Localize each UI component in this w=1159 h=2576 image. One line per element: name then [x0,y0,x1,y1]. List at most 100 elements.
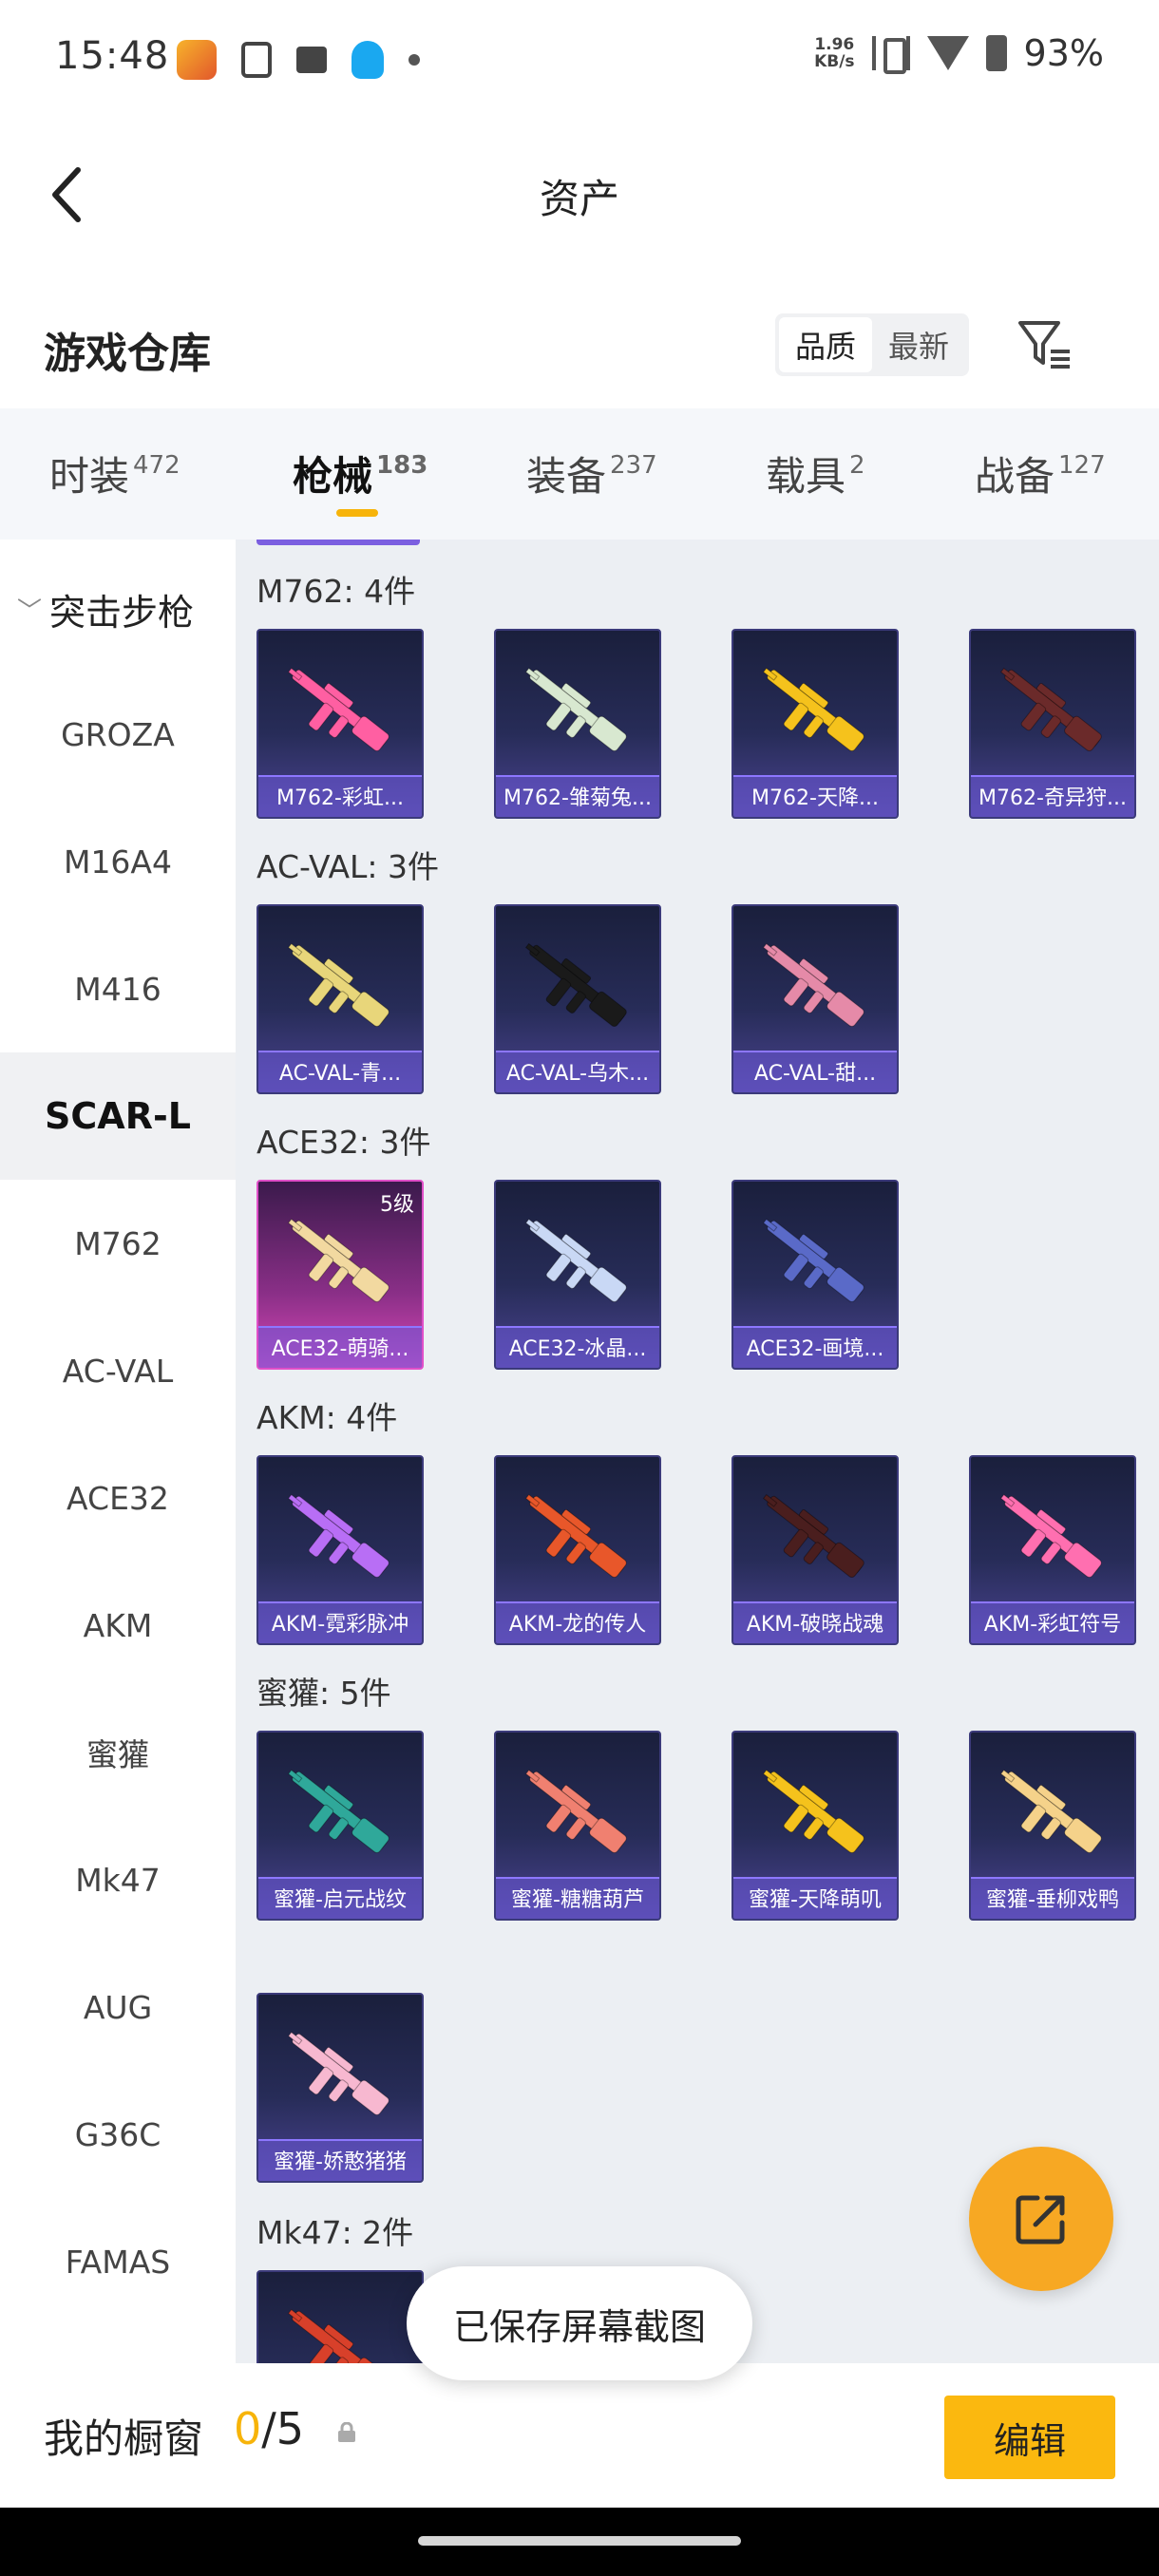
skin-name: ACE32-画境... [746,1337,884,1361]
weapon-type-sidebar: ﹀ 突击步枪 GROZA M16A4 M416 SCAR-L M762 AC-V… [0,540,236,2363]
tab-count: 127 [1058,451,1106,480]
group-label-mk47: Mk47: 2件 [256,2214,414,2251]
skin-card[interactable]: ACE32-画境... [732,1180,899,1370]
group-label-honey-badger: 蜜獾: 5件 [256,1675,391,1712]
skin-card[interactable]: AKM-彩虹符号 [969,1455,1136,1645]
status-time: 15:48 [55,34,170,78]
phone-clone-icon [241,42,272,78]
weapon-skin-list: M762: 4件 M762-彩虹... M762-雏菊兔... M762-天降.… [236,540,1159,2363]
skin-name: 蜜獾-糖糖葫芦 [511,1888,644,1912]
group-label-ac-val: AC-VAL: 3件 [256,848,440,885]
skin-card[interactable]: AC-VAL-青... [256,904,424,1094]
skin-card[interactable]: 蜜獾-启元战纹 [256,1731,424,1921]
tab-label: 战备 [975,453,1055,500]
skin-name: AC-VAL-甜... [753,1062,877,1086]
skin-card[interactable]: M762-天降... [732,629,899,819]
skin-card[interactable]: AKM-霓彩脉冲 [256,1455,424,1645]
sort-quality[interactable]: 品质 [779,317,872,372]
skin-card[interactable]: AC-VAL-乌木... [494,904,661,1094]
system-nav-bar [0,2508,1159,2576]
skin-card[interactable] [256,2270,424,2363]
tab-vehicles[interactable]: 载具 2 [766,445,865,502]
tab-label: 载具 [766,453,846,500]
filter-icon [1018,321,1070,369]
wifi-icon [926,36,969,70]
tab-fashion[interactable]: 时装 472 [49,445,180,502]
skin-name: AC-VAL-乌木... [505,1062,650,1086]
rifle-icon [287,667,390,752]
rifle-icon [524,942,627,1028]
showcase-label: 我的橱窗 [44,2415,204,2462]
skin-card[interactable]: AKM-破晓战魂 [732,1455,899,1645]
rifle-icon [287,1218,390,1303]
skin-card[interactable]: 蜜獾-娇憨猪猪 [256,1993,424,2183]
sidebar-item-ac-val[interactable]: AC-VAL [0,1307,236,1434]
rifle-icon [762,1769,864,1854]
tab-equipment[interactable]: 装备 237 [526,445,657,502]
skin-card[interactable]: 蜜獾-糖糖葫芦 [494,1731,661,1921]
sidebar-group-label: 突击步枪 [49,592,195,634]
rifle-icon [287,1493,390,1579]
net-speed-unit: KB/s [814,52,855,71]
skin-card[interactable]: 蜜獾-垂柳戏鸭 [969,1731,1136,1921]
chevron-down-icon: ﹀ [17,597,43,626]
tab-supplies[interactable]: 战备 127 [975,445,1106,502]
tab-label: 枪械 [293,453,373,500]
skin-card[interactable]: ACE32-冰晶... [494,1180,661,1370]
skin-card[interactable]: AC-VAL-甜... [732,904,899,1094]
sidebar-item-g36c[interactable]: G36C [0,2071,236,2198]
sidebar-item-ace32[interactable]: ACE32 [0,1434,236,1562]
sidebar-item-famas[interactable]: FAMAS [0,2198,236,2325]
skin-name: 蜜獾-垂柳戏鸭 [986,1888,1119,1912]
skin-name: 蜜獾-启元战纹 [274,1888,407,1912]
battery-icon [985,35,1007,71]
skin-card[interactable]: M762-彩虹... [256,629,424,819]
sidebar-item-m762[interactable]: M762 [0,1180,236,1307]
previous-card-edge [256,540,420,545]
sidebar-item-honey-badger[interactable]: 蜜獾 [0,1689,236,1816]
skin-name: M762-雏菊兔... [504,786,652,810]
tab-label: 时装 [49,453,130,500]
rifle-icon [287,2308,390,2363]
skin-card[interactable]: M762-奇异狩... [969,629,1136,819]
filter-button[interactable] [1015,313,1075,374]
home-gesture-handle[interactable] [418,2536,741,2546]
group-label-akm: AKM: 4件 [256,1399,398,1436]
system-icons: 1.96 KB/s 93% [814,32,1104,74]
battery-percent: 93% [1023,32,1104,74]
sidebar-item-mk47[interactable]: Mk47 [0,1816,236,1943]
group-label-m762: M762: 4件 [256,573,416,610]
tab-count: 472 [133,451,180,480]
rifle-icon [524,1218,627,1303]
skin-name: AKM-龙的传人 [508,1613,647,1637]
sidebar-item-scar-l[interactable]: SCAR-L [0,1052,236,1180]
sidebar-item-aug[interactable]: AUG [0,1943,236,2071]
app-header: 资产 [0,142,1159,247]
skin-name: ACE32-萌骑... [271,1337,409,1361]
skin-name: AKM-彩虹符号 [983,1613,1122,1637]
skin-card[interactable]: 5级 ACE32-萌骑... [256,1180,424,1370]
skin-name: AC-VAL-青... [278,1062,402,1086]
notification-icons [177,40,420,80]
sidebar-group-assault-rifles[interactable]: ﹀ 突击步枪 [17,583,194,635]
more-notifications-icon [408,54,420,66]
rifle-icon [999,1493,1102,1579]
sidebar-item-m16a4[interactable]: M16A4 [0,798,236,925]
skin-card[interactable]: AKM-龙的传人 [494,1455,661,1645]
sidebar-item-m416[interactable]: M416 [0,925,236,1052]
skin-card[interactable]: M762-雏菊兔... [494,629,661,819]
sidebar-item-groza[interactable]: GROZA [0,671,236,798]
tab-firearms[interactable]: 枪械 183 [293,445,428,502]
showcase-bar: 我的橱窗 0/5 编辑 [0,2363,1159,2508]
warehouse-header: 游戏仓库 品质 最新 [0,304,1159,389]
tab-active-indicator [336,509,378,517]
rifle-icon [524,667,627,752]
skin-card[interactable]: 蜜獾-天降萌叽 [732,1731,899,1921]
mail-icon [296,47,327,73]
qq-icon [352,41,384,79]
sort-newest[interactable]: 最新 [872,317,965,372]
share-button[interactable] [969,2147,1113,2291]
edit-showcase-button[interactable]: 编辑 [944,2396,1115,2479]
vibrate-icon [871,36,910,74]
sidebar-item-akm[interactable]: AKM [0,1562,236,1689]
